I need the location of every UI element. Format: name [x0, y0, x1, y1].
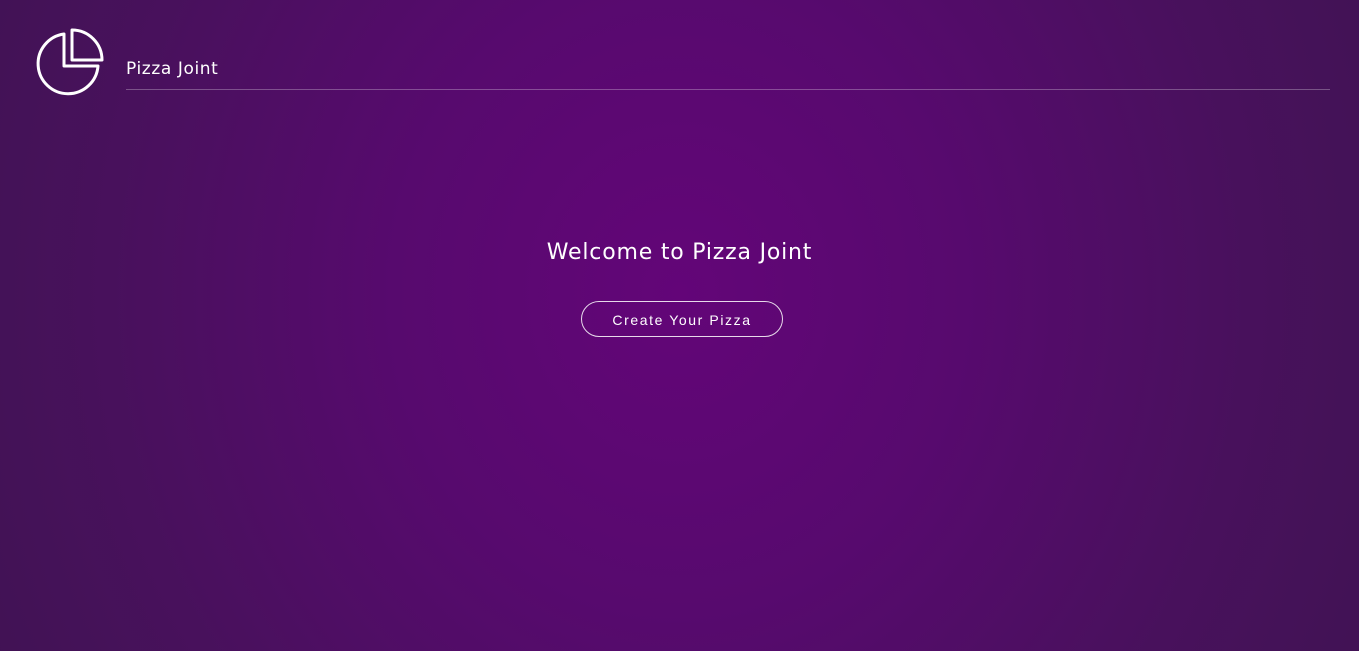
welcome-heading: Welcome to Pizza Joint	[546, 240, 813, 265]
title-bar: Pizza Joint	[126, 58, 1330, 90]
create-pizza-button[interactable]: Create Your Pizza	[581, 301, 783, 337]
site-title[interactable]: Pizza Joint	[126, 59, 218, 79]
hero-section: Welcome to Pizza Joint Create Your Pizza	[0, 236, 1359, 337]
site-header: Pizza Joint	[0, 0, 1359, 100]
pizza-slice-icon[interactable]	[34, 28, 104, 98]
